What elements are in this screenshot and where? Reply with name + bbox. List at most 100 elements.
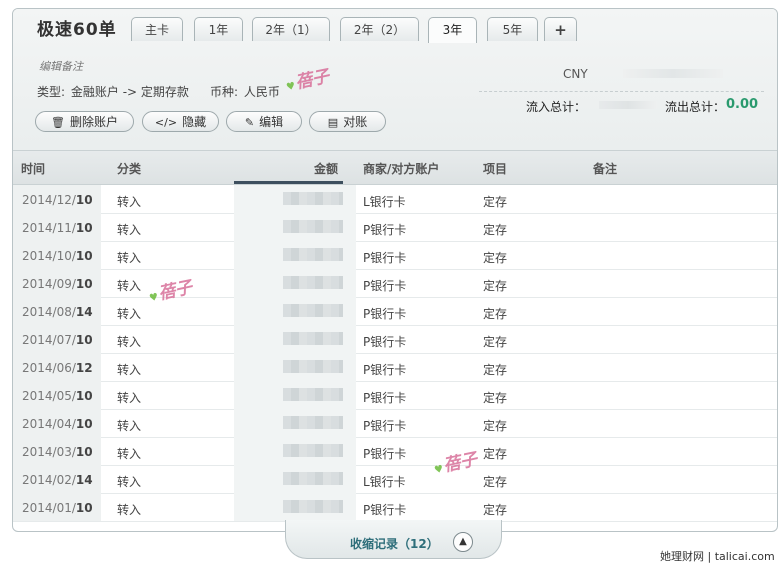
table-row[interactable]: 2014/12/10 转入 L银行卡 定存 [13, 185, 777, 214]
row-merchant: L银行卡 [363, 475, 406, 489]
currency-code: CNY [563, 67, 588, 81]
row-date: 2014/02/14 [22, 473, 93, 487]
summary-divider [479, 91, 764, 92]
row-category: 转入 [117, 363, 142, 377]
tab-1-year[interactable]: 1年 [194, 17, 243, 41]
table-row[interactable]: 2014/01/10 转入 P银行卡 定存 [13, 493, 777, 522]
table-row[interactable]: 2014/10/10 转入 P银行卡 定存 [13, 241, 777, 270]
col-time[interactable]: 时间 [21, 160, 45, 177]
row-date-day: 10 [75, 221, 93, 235]
row-date: 2014/05/10 [22, 389, 93, 403]
account-title: 极速60单 [37, 20, 117, 40]
col-merchant[interactable]: 商家/对方账户 [363, 160, 439, 177]
row-merchant: P银行卡 [363, 419, 407, 433]
site-credit: 她理财网 | talicai.com [660, 550, 775, 563]
table-header: 时间 分类 金额 商家/对方账户 项目 备注 [13, 151, 777, 185]
table-row[interactable]: 2014/06/12 转入 P银行卡 定存 [13, 353, 777, 382]
row-merchant: P银行卡 [363, 447, 407, 461]
inflow-label: 流入总计： [526, 100, 587, 114]
row-amount-blurred [283, 388, 343, 401]
row-merchant: P银行卡 [363, 279, 407, 293]
row-merchant: P银行卡 [363, 503, 407, 517]
table-row[interactable]: 2014/11/10 转入 P银行卡 定存 [13, 213, 777, 242]
hide-button[interactable]: </> 隐藏 [142, 111, 219, 132]
account-header: 极速60单 主卡 1年 2年（1） 2年（2） 3年 5年 + 编辑备注 类型:… [13, 9, 777, 151]
row-amount-blurred [283, 220, 343, 233]
table-row[interactable]: 2014/08/14 转入 P银行卡 定存 [13, 297, 777, 326]
col-category[interactable]: 分类 [117, 160, 141, 177]
col-note[interactable]: 备注 [593, 160, 617, 177]
reconcile-label: 对账 [343, 115, 368, 129]
row-merchant: P银行卡 [363, 251, 407, 265]
outflow-label: 流出总计： [665, 100, 726, 114]
add-tab-button[interactable]: + [544, 17, 577, 41]
row-date-day: 10 [75, 389, 93, 403]
row-date-day: 10 [75, 249, 93, 263]
table-row[interactable]: 2014/03/10 转入 P银行卡 定存 [13, 437, 777, 466]
row-category: 转入 [117, 195, 142, 209]
row-date-ym: 2014/04/ [22, 417, 76, 431]
table-row[interactable]: 2014/07/10 转入 P银行卡 定存 [13, 325, 777, 354]
row-date-day: 12 [75, 361, 93, 375]
row-date-ym: 2014/12/ [22, 193, 76, 207]
row-date-day: 14 [75, 473, 93, 487]
row-project: 定存 [483, 279, 508, 293]
row-project: 定存 [483, 335, 508, 349]
table-row[interactable]: 2014/02/14 转入 L银行卡 定存 [13, 465, 777, 494]
delete-account-label: 删除账户 [69, 115, 118, 129]
row-merchant: P银行卡 [363, 363, 407, 377]
row-category: 转入 [117, 279, 142, 293]
row-category: 转入 [117, 475, 142, 489]
row-date: 2014/06/12 [22, 361, 93, 375]
row-date-ym: 2014/09/ [22, 277, 76, 291]
row-project: 定存 [483, 307, 508, 321]
tab-3-year[interactable]: 3年 [428, 17, 477, 43]
balance-blurred [623, 69, 723, 78]
row-amount-blurred [283, 360, 343, 373]
edit-button[interactable]: ✎ 编辑 [226, 111, 302, 132]
row-amount-blurred [283, 472, 343, 485]
row-category: 转入 [117, 307, 142, 321]
delete-account-button[interactable]: 🗑 删除账户 [35, 111, 134, 132]
table-row[interactable]: 2014/05/10 转入 P银行卡 定存 [13, 381, 777, 410]
row-project: 定存 [483, 503, 508, 517]
row-project: 定存 [483, 391, 508, 405]
currency-value: 人民币 [243, 85, 280, 99]
row-project: 定存 [483, 223, 508, 237]
col-amount[interactable]: 金额 [314, 160, 338, 177]
edit-label: 编辑 [259, 115, 284, 129]
row-category: 转入 [117, 503, 142, 517]
row-amount-blurred [283, 304, 343, 317]
row-project: 定存 [483, 475, 508, 489]
row-date-ym: 2014/03/ [22, 445, 76, 459]
row-category: 转入 [117, 223, 142, 237]
row-category: 转入 [117, 391, 142, 405]
tab-5-year[interactable]: 5年 [487, 17, 538, 41]
row-date: 2014/12/10 [22, 193, 93, 207]
table-row[interactable]: 2014/09/10 转入 P银行卡 定存 [13, 269, 777, 298]
collapse-records-link[interactable]: 收缩记录（12） [350, 535, 439, 552]
account-type-line: 类型: 金融账户 -> 定期存款 币种: 人民币 [37, 83, 282, 100]
outflow-value: 0.00 [726, 97, 759, 112]
edit-remark-link[interactable]: 编辑备注 [39, 58, 83, 74]
reconcile-button[interactable]: ▤ 对账 [309, 111, 386, 132]
chevron-up-icon[interactable]: ▲ [453, 532, 473, 552]
tab-2-year-2[interactable]: 2年（2） [340, 17, 419, 41]
type-label: 类型: [37, 85, 66, 99]
tab-main-card[interactable]: 主卡 [131, 17, 183, 41]
row-date-ym: 2014/08/ [22, 305, 76, 319]
row-date: 2014/07/10 [22, 333, 93, 347]
row-date-ym: 2014/10/ [22, 249, 76, 263]
tab-2-year-1[interactable]: 2年（1） [252, 17, 330, 41]
row-date-day: 10 [75, 333, 93, 347]
row-date-day: 10 [75, 445, 93, 459]
col-project[interactable]: 项目 [483, 160, 507, 177]
row-project: 定存 [483, 251, 508, 265]
row-date: 2014/10/10 [22, 249, 93, 263]
hide-label: 隐藏 [182, 115, 207, 129]
ledger-icon: ▤ [327, 116, 339, 129]
table-row[interactable]: 2014/04/10 转入 P银行卡 定存 [13, 409, 777, 438]
row-amount-blurred [283, 248, 343, 261]
row-date-ym: 2014/01/ [22, 501, 76, 515]
row-date: 2014/03/10 [22, 445, 93, 459]
